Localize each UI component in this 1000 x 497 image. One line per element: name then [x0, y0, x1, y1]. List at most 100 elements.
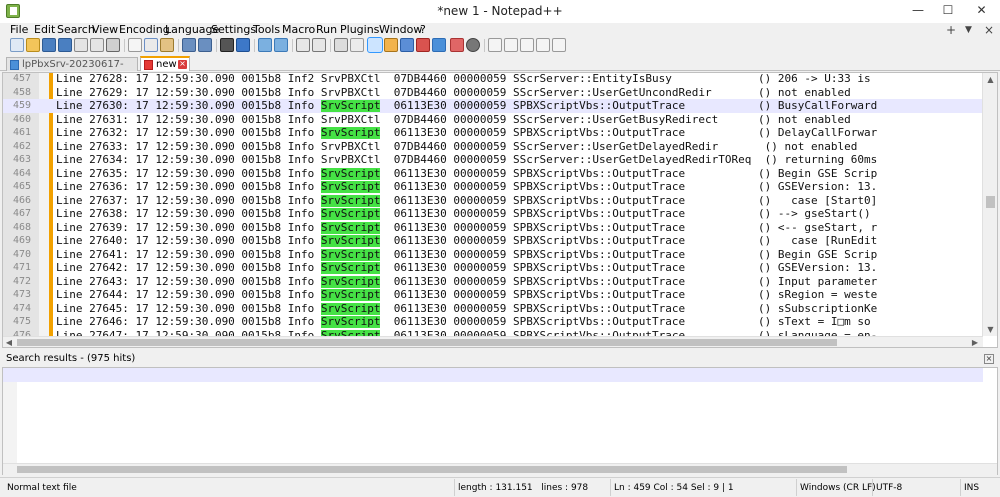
paste-icon[interactable] — [160, 38, 174, 52]
open-file-icon[interactable] — [26, 38, 40, 52]
editor-line[interactable]: 472 Line 27643: 17 12:59:30.090 0015b8 In… — [3, 275, 983, 289]
menu-tools[interactable]: Tools — [253, 23, 280, 37]
line-text: Line 27637: 17 12:59:30.090 0015b8 Info … — [56, 193, 878, 207]
sync-vertical-icon[interactable] — [296, 38, 310, 52]
function-list-icon[interactable] — [416, 38, 430, 52]
undo-icon[interactable] — [182, 38, 196, 52]
playback-icon[interactable] — [520, 38, 534, 52]
editor-line[interactable]: 459 Line 27630: 17 12:59:30.090 0015b8 In… — [3, 99, 983, 113]
search-results-scroll-thumb[interactable] — [17, 466, 847, 473]
editor-line[interactable]: 457 Line 27628: 17 12:59:30.090 0015b8 In… — [3, 73, 983, 86]
close-document-icon[interactable]: × — [984, 23, 994, 37]
editor-line[interactable]: 468 Line 27639: 17 12:59:30.090 0015b8 In… — [3, 221, 983, 235]
editor-line[interactable]: 462 Line 27633: 17 12:59:30.090 0015b8 In… — [3, 140, 983, 154]
stop-recording-icon[interactable] — [504, 38, 518, 52]
maximize-button[interactable]: ☐ — [933, 0, 963, 21]
search-results-close-icon[interactable]: × — [984, 354, 994, 364]
editor-line[interactable]: 476 Line 27647: 17 12:59:30.090 0015b8 In… — [3, 329, 983, 336]
start-recording-icon[interactable] — [488, 38, 502, 52]
menu-file[interactable]: File — [10, 23, 28, 37]
word-wrap-icon[interactable] — [334, 38, 348, 52]
editor-line[interactable]: 471 Line 27642: 17 12:59:30.090 0015b8 In… — [3, 261, 983, 275]
sync-horizontal-icon[interactable] — [312, 38, 326, 52]
toolbar-separator — [254, 39, 255, 52]
line-number: 465 — [13, 181, 32, 192]
tab-close-icon[interactable]: × — [178, 60, 187, 69]
menu-search[interactable]: Search — [57, 23, 95, 37]
horizontal-scroll-thumb[interactable] — [17, 339, 837, 346]
menu-settings[interactable]: Settings — [211, 23, 256, 37]
tab-bar: lpPbxSrv-20230617-000042.log new 1 × — [0, 56, 1000, 83]
editor-line[interactable]: 466 Line 27637: 17 12:59:30.090 0015b8 In… — [3, 194, 983, 208]
tab-list-dropdown-icon[interactable]: ▼ — [965, 23, 972, 37]
status-lines: lines : 978 — [541, 483, 589, 493]
line-text: Line 27631: 17 12:59:30.090 0015b8 Info … — [56, 112, 851, 126]
line-number: 469 — [13, 235, 32, 246]
monitoring-icon[interactable] — [450, 38, 464, 52]
menu-edit[interactable]: Edit — [34, 23, 55, 37]
editor-line[interactable]: 473 Line 27644: 17 12:59:30.090 0015b8 In… — [3, 288, 983, 302]
close-button[interactable]: ✕ — [963, 0, 1000, 21]
show-all-chars-icon[interactable] — [350, 38, 364, 52]
print-icon[interactable] — [106, 38, 120, 52]
editor-line[interactable]: 460 Line 27631: 17 12:59:30.090 0015b8 In… — [3, 113, 983, 127]
editor-line[interactable]: 465 Line 27636: 17 12:59:30.090 0015b8 In… — [3, 180, 983, 194]
replace-icon[interactable] — [236, 38, 250, 52]
document-map-icon[interactable] — [400, 38, 414, 52]
minimize-button[interactable]: — — [903, 0, 933, 21]
window-title: *new 1 - Notepad++ — [437, 4, 563, 18]
editor-line[interactable]: 470 Line 27641: 17 12:59:30.090 0015b8 In… — [3, 248, 983, 262]
copy-icon[interactable] — [144, 38, 158, 52]
editor-line[interactable]: 463 Line 27634: 17 12:59:30.090 0015b8 In… — [3, 153, 983, 167]
editor-pane[interactable]: 457 Line 27628: 17 12:59:30.090 0015b8 In… — [2, 72, 998, 348]
udl-icon[interactable] — [384, 38, 398, 52]
editor-line[interactable]: 464 Line 27635: 17 12:59:30.090 0015b8 In… — [3, 167, 983, 181]
scroll-down-icon[interactable]: ▼ — [983, 323, 997, 336]
menu-view[interactable]: View — [92, 23, 118, 37]
search-results-panel[interactable] — [2, 367, 998, 475]
scroll-left-icon[interactable]: ◀ — [3, 337, 15, 347]
menu-plugins[interactable]: Plugins — [340, 23, 379, 37]
search-results-horizontal-scrollbar[interactable] — [3, 463, 997, 475]
editor-line[interactable]: 458 Line 27629: 17 12:59:30.090 0015b8 In… — [3, 86, 983, 100]
tab-new-1[interactable]: new 1 × — [140, 56, 190, 71]
menu-window[interactable]: Window — [379, 23, 422, 37]
menu-macro[interactable]: Macro — [282, 23, 315, 37]
run-macro-multiple-icon[interactable] — [536, 38, 550, 52]
menu-encoding[interactable]: Encoding — [119, 23, 170, 37]
menu-run[interactable]: Run — [316, 23, 337, 37]
line-text: Line 27646: 17 12:59:30.090 0015b8 Info … — [56, 315, 871, 328]
new-tab-plus-icon[interactable]: + — [946, 23, 956, 37]
find-icon[interactable] — [220, 38, 234, 52]
indent-guide-icon[interactable] — [367, 37, 383, 53]
save-macro-icon[interactable] — [552, 38, 566, 52]
tab-pbxsrv-log[interactable]: lpPbxSrv-20230617-000042.log — [6, 57, 138, 83]
close-all-icon[interactable] — [90, 38, 104, 52]
line-number: 474 — [13, 302, 32, 314]
redo-icon[interactable] — [198, 38, 212, 52]
save-icon[interactable] — [42, 38, 56, 52]
zoom-in-icon[interactable] — [258, 38, 272, 52]
editor-line[interactable]: 475 Line 27646: 17 12:59:30.090 0015b8 In… — [3, 315, 983, 329]
save-all-icon[interactable] — [58, 38, 72, 52]
cut-icon[interactable] — [128, 38, 142, 52]
close-file-icon[interactable] — [74, 38, 88, 52]
scroll-right-icon[interactable]: ▶ — [969, 337, 981, 347]
search-results-current-line[interactable] — [3, 368, 983, 382]
editor-line[interactable]: 461 Line 27632: 17 12:59:30.090 0015b8 In… — [3, 126, 983, 140]
menu-help[interactable]: ? — [420, 23, 426, 37]
vertical-scrollbar[interactable]: ▲ ▼ — [982, 73, 997, 336]
editor-line[interactable]: 469 Line 27640: 17 12:59:30.090 0015b8 In… — [3, 234, 983, 248]
scroll-up-icon[interactable]: ▲ — [983, 73, 997, 86]
zoom-out-icon[interactable] — [274, 38, 288, 52]
editor-line[interactable]: 467 Line 27638: 17 12:59:30.090 0015b8 In… — [3, 207, 983, 221]
new-file-icon[interactable] — [10, 38, 24, 52]
status-insert-mode: INS — [960, 479, 998, 496]
editor-lines[interactable]: 457 Line 27628: 17 12:59:30.090 0015b8 In… — [3, 73, 983, 336]
record-macro-disabled-icon[interactable] — [466, 38, 480, 52]
horizontal-scrollbar[interactable]: ◀ ▶ — [3, 336, 983, 347]
vertical-scroll-thumb[interactable] — [986, 196, 995, 208]
line-text: Line 27629: 17 12:59:30.090 0015b8 Info … — [56, 85, 851, 99]
folder-workspace-icon[interactable] — [432, 38, 446, 52]
editor-line[interactable]: 474 Line 27645: 17 12:59:30.090 0015b8 In… — [3, 302, 983, 316]
